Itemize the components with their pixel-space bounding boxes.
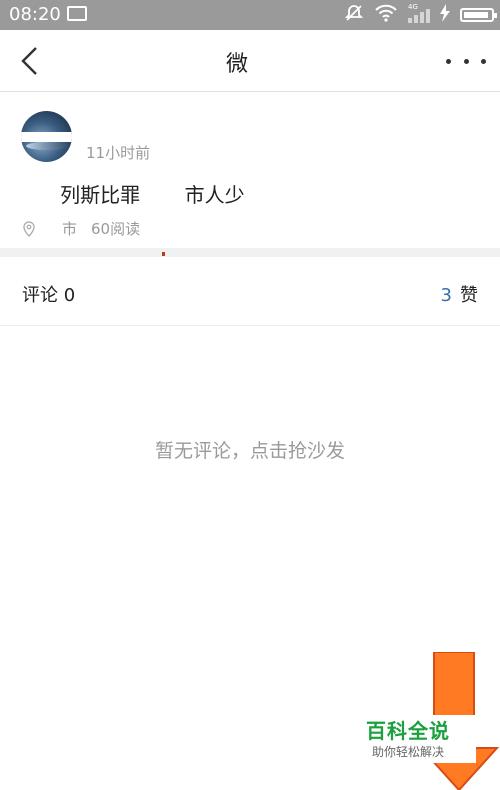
likes-count: 3 bbox=[440, 285, 452, 306]
post-meta: 市 60阅读 bbox=[22, 218, 140, 239]
watermark-subtitle: 助你轻松解决 bbox=[372, 745, 445, 759]
mute-icon bbox=[344, 3, 364, 27]
battery-icon bbox=[460, 8, 497, 22]
page-title: 微 bbox=[225, 52, 274, 77]
wifi-icon bbox=[374, 3, 398, 27]
post-location[interactable]: 市 bbox=[62, 218, 77, 239]
status-time: 08:20 bbox=[9, 4, 61, 25]
cell-signal-icon: 4G bbox=[408, 3, 430, 23]
status-bar: 08:20 4G bbox=[0, 0, 500, 30]
post-time: 11小时前 bbox=[86, 144, 151, 162]
post-read-count: 60阅读 bbox=[91, 220, 141, 238]
status-icons: 4G bbox=[344, 3, 497, 27]
comments-header: 评论 0 3赞 bbox=[0, 257, 500, 326]
more-options-button[interactable] bbox=[446, 48, 486, 74]
more-dot-icon bbox=[463, 58, 469, 64]
network-type-label: 4G bbox=[408, 3, 418, 11]
more-dot-icon bbox=[481, 58, 486, 64]
section-divider bbox=[0, 248, 500, 257]
nav-bar: 微 bbox=[0, 30, 500, 92]
more-dot-icon bbox=[446, 58, 451, 64]
comments-tab[interactable]: 评论 0 bbox=[22, 281, 75, 307]
post-text: 列斯比罪 市人少 bbox=[22, 183, 245, 207]
post-card: 11小时前 列斯比罪 市人少 市 60阅读 bbox=[0, 92, 500, 248]
empty-comments-prompt[interactable]: 暂无评论，点击抢沙发 bbox=[0, 436, 500, 463]
author-avatar[interactable] bbox=[21, 111, 72, 162]
location-pin-icon bbox=[23, 220, 35, 237]
likes-label: 赞 bbox=[460, 285, 478, 306]
likes-tab[interactable]: 3赞 bbox=[441, 281, 478, 307]
watermark-logo: 百科全说 助你轻松解决 bbox=[364, 715, 476, 763]
watermark-title: 百科全说 bbox=[366, 719, 450, 743]
message-notification-icon bbox=[67, 6, 87, 21]
charging-icon bbox=[440, 4, 450, 26]
